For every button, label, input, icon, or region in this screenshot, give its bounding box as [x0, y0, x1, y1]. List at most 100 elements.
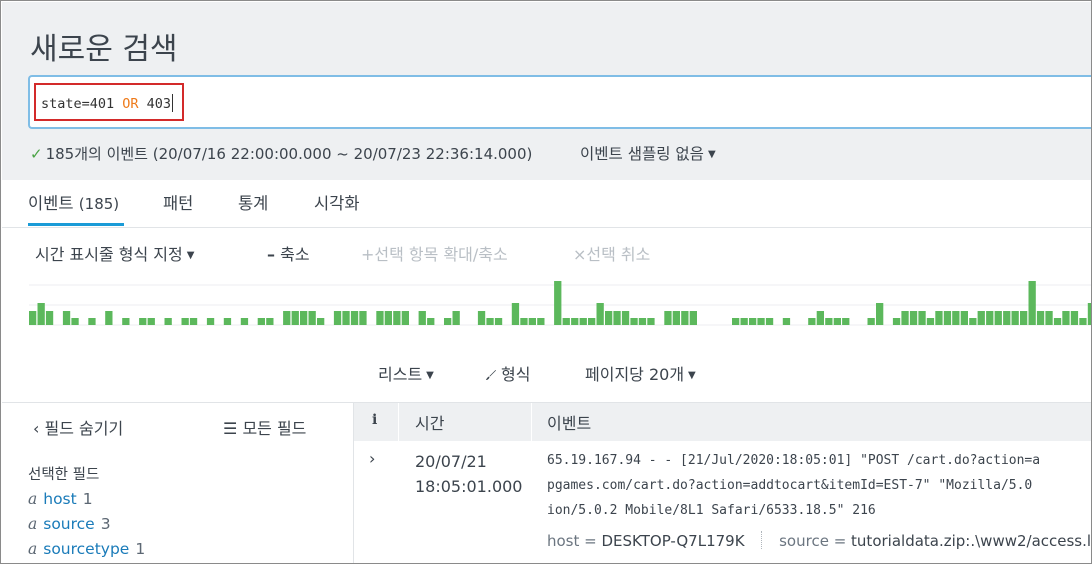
field-item-source[interactable]: a source 3: [28, 515, 111, 533]
timeline-bar[interactable]: [986, 311, 994, 325]
timeline-bar[interactable]: [621, 311, 630, 325]
timeline-bar[interactable]: [782, 318, 791, 325]
field-name[interactable]: host: [43, 490, 76, 508]
timeline-bar[interactable]: [486, 318, 494, 325]
timeline-bar[interactable]: [579, 318, 587, 325]
timeline-bar[interactable]: [105, 311, 113, 325]
timeline-bar[interactable]: [283, 311, 291, 325]
timeline-bar[interactable]: [62, 311, 71, 325]
timeline-bar[interactable]: [757, 318, 765, 325]
format-button[interactable]: 형식: [485, 361, 530, 385]
hide-fields-button[interactable]: ‹ 필드 숨기기: [33, 415, 123, 439]
timeline-bar[interactable]: [952, 311, 960, 325]
timeline-bar[interactable]: [816, 311, 824, 325]
tab-patterns[interactable]: 패턴: [163, 190, 193, 214]
sampling-dropdown[interactable]: 이벤트 샘플링 없음 ▼: [580, 142, 716, 164]
zoom-to-selection-button[interactable]: +선택 항목 확대/축소: [361, 241, 508, 265]
timeline-bar[interactable]: [867, 318, 875, 325]
timeline-bar[interactable]: [740, 318, 748, 325]
timeline-bar[interactable]: [88, 318, 96, 325]
field-name[interactable]: sourcetype: [43, 540, 129, 558]
timeline-bar[interactable]: [1028, 281, 1036, 325]
timeline-bar[interactable]: [37, 303, 45, 325]
timeline-bar[interactable]: [588, 318, 596, 325]
timeline-bar[interactable]: [1070, 311, 1079, 325]
timeline-bar[interactable]: [765, 318, 774, 325]
timeline-bar[interactable]: [596, 303, 604, 325]
timeline-bar[interactable]: [317, 318, 325, 325]
timeline-bar[interactable]: [359, 311, 367, 325]
timeline-bar[interactable]: [393, 311, 401, 325]
timeline-bar[interactable]: [223, 318, 232, 325]
timeline-bar[interactable]: [605, 311, 613, 325]
timeline-bar[interactable]: [45, 311, 54, 325]
zoom-out-button[interactable]: – 축소: [267, 241, 310, 265]
timeline-bar[interactable]: [308, 311, 316, 325]
timeline-bar[interactable]: [427, 318, 435, 325]
timeline-bar[interactable]: [189, 318, 198, 325]
timeline-bar[interactable]: [892, 318, 901, 325]
timeline-bar[interactable]: [300, 311, 308, 325]
timeline-bar[interactable]: [71, 318, 79, 325]
field-name[interactable]: source: [43, 515, 94, 533]
timeline-bar[interactable]: [630, 318, 638, 325]
timeline-bar[interactable]: [842, 318, 850, 325]
timeline-bar[interactable]: [384, 311, 392, 325]
field-item-sourcetype[interactable]: a sourcetype 1: [28, 540, 145, 558]
timeline-bar[interactable]: [1053, 318, 1062, 325]
timeline-bar[interactable]: [638, 318, 647, 325]
timeline-bar[interactable]: [477, 311, 486, 325]
timeline-bar[interactable]: [1062, 311, 1070, 325]
timeline-bar[interactable]: [647, 318, 655, 325]
timeline-bar[interactable]: [291, 311, 299, 325]
source-field-value[interactable]: tutorialdata.zip:.\www2/access.lo: [851, 532, 1091, 550]
timeline-bar[interactable]: [825, 318, 833, 325]
timeline-bar[interactable]: [240, 318, 249, 325]
timeline-bar[interactable]: [1020, 311, 1028, 325]
timeline-bar[interactable]: [926, 318, 935, 325]
format-timeline-button[interactable]: 시간 표시줄 형식 지정 ▼: [35, 241, 194, 265]
timeline-chart[interactable]: [29, 275, 1092, 327]
timeline-bar[interactable]: [664, 311, 672, 325]
timeline-bar[interactable]: [537, 318, 545, 325]
timeline-bar[interactable]: [139, 318, 147, 325]
tab-events[interactable]: 이벤트 (185): [28, 190, 119, 214]
field-item-host[interactable]: a host 1: [28, 490, 93, 508]
timeline-bar[interactable]: [181, 318, 189, 325]
timeline-bar[interactable]: [1036, 311, 1045, 325]
timeline-bar[interactable]: [266, 318, 274, 325]
timeline-bar[interactable]: [681, 311, 689, 325]
timeline-bar[interactable]: [554, 281, 562, 325]
timeline-bar[interactable]: [342, 311, 350, 325]
timeline-bar[interactable]: [876, 303, 884, 325]
timeline-bar[interactable]: [29, 311, 37, 325]
list-view-dropdown[interactable]: 리스트 ▼: [378, 361, 434, 385]
timeline-bar[interactable]: [147, 318, 155, 325]
timeline-bar[interactable]: [994, 311, 1002, 325]
timeline-bar[interactable]: [571, 318, 579, 325]
timeline-bar[interactable]: [1045, 311, 1053, 325]
timeline-bar[interactable]: [969, 318, 977, 325]
timeline-bar[interactable]: [444, 318, 452, 325]
timeline-bar[interactable]: [935, 311, 943, 325]
timeline-bar[interactable]: [672, 311, 680, 325]
timeline-bar[interactable]: [833, 318, 841, 325]
all-fields-button[interactable]: ☰ 모든 필드: [223, 415, 306, 439]
tab-visualization[interactable]: 시각화: [314, 190, 360, 214]
host-field-value[interactable]: DESKTOP-Q7L179K: [602, 532, 745, 550]
search-input[interactable]: state=401 OR 403: [28, 75, 1091, 129]
timeline-bar[interactable]: [257, 318, 265, 325]
search-query-text[interactable]: state=401 OR 403: [41, 94, 174, 112]
per-page-dropdown[interactable]: 페이지당 20개 ▼: [585, 361, 696, 385]
timeline-bar[interactable]: [206, 318, 215, 325]
timeline-bar[interactable]: [1003, 311, 1011, 325]
timeline-bar[interactable]: [511, 303, 520, 325]
timeline-bar[interactable]: [350, 311, 359, 325]
timeline-bar[interactable]: [909, 311, 918, 325]
timeline-bar[interactable]: [689, 311, 697, 325]
time-column-header[interactable]: 시간: [415, 410, 444, 434]
timeline-bar[interactable]: [528, 318, 536, 325]
timeline-bar[interactable]: [749, 318, 757, 325]
timeline-bar[interactable]: [418, 311, 426, 325]
event-timeline[interactable]: [29, 275, 1092, 327]
